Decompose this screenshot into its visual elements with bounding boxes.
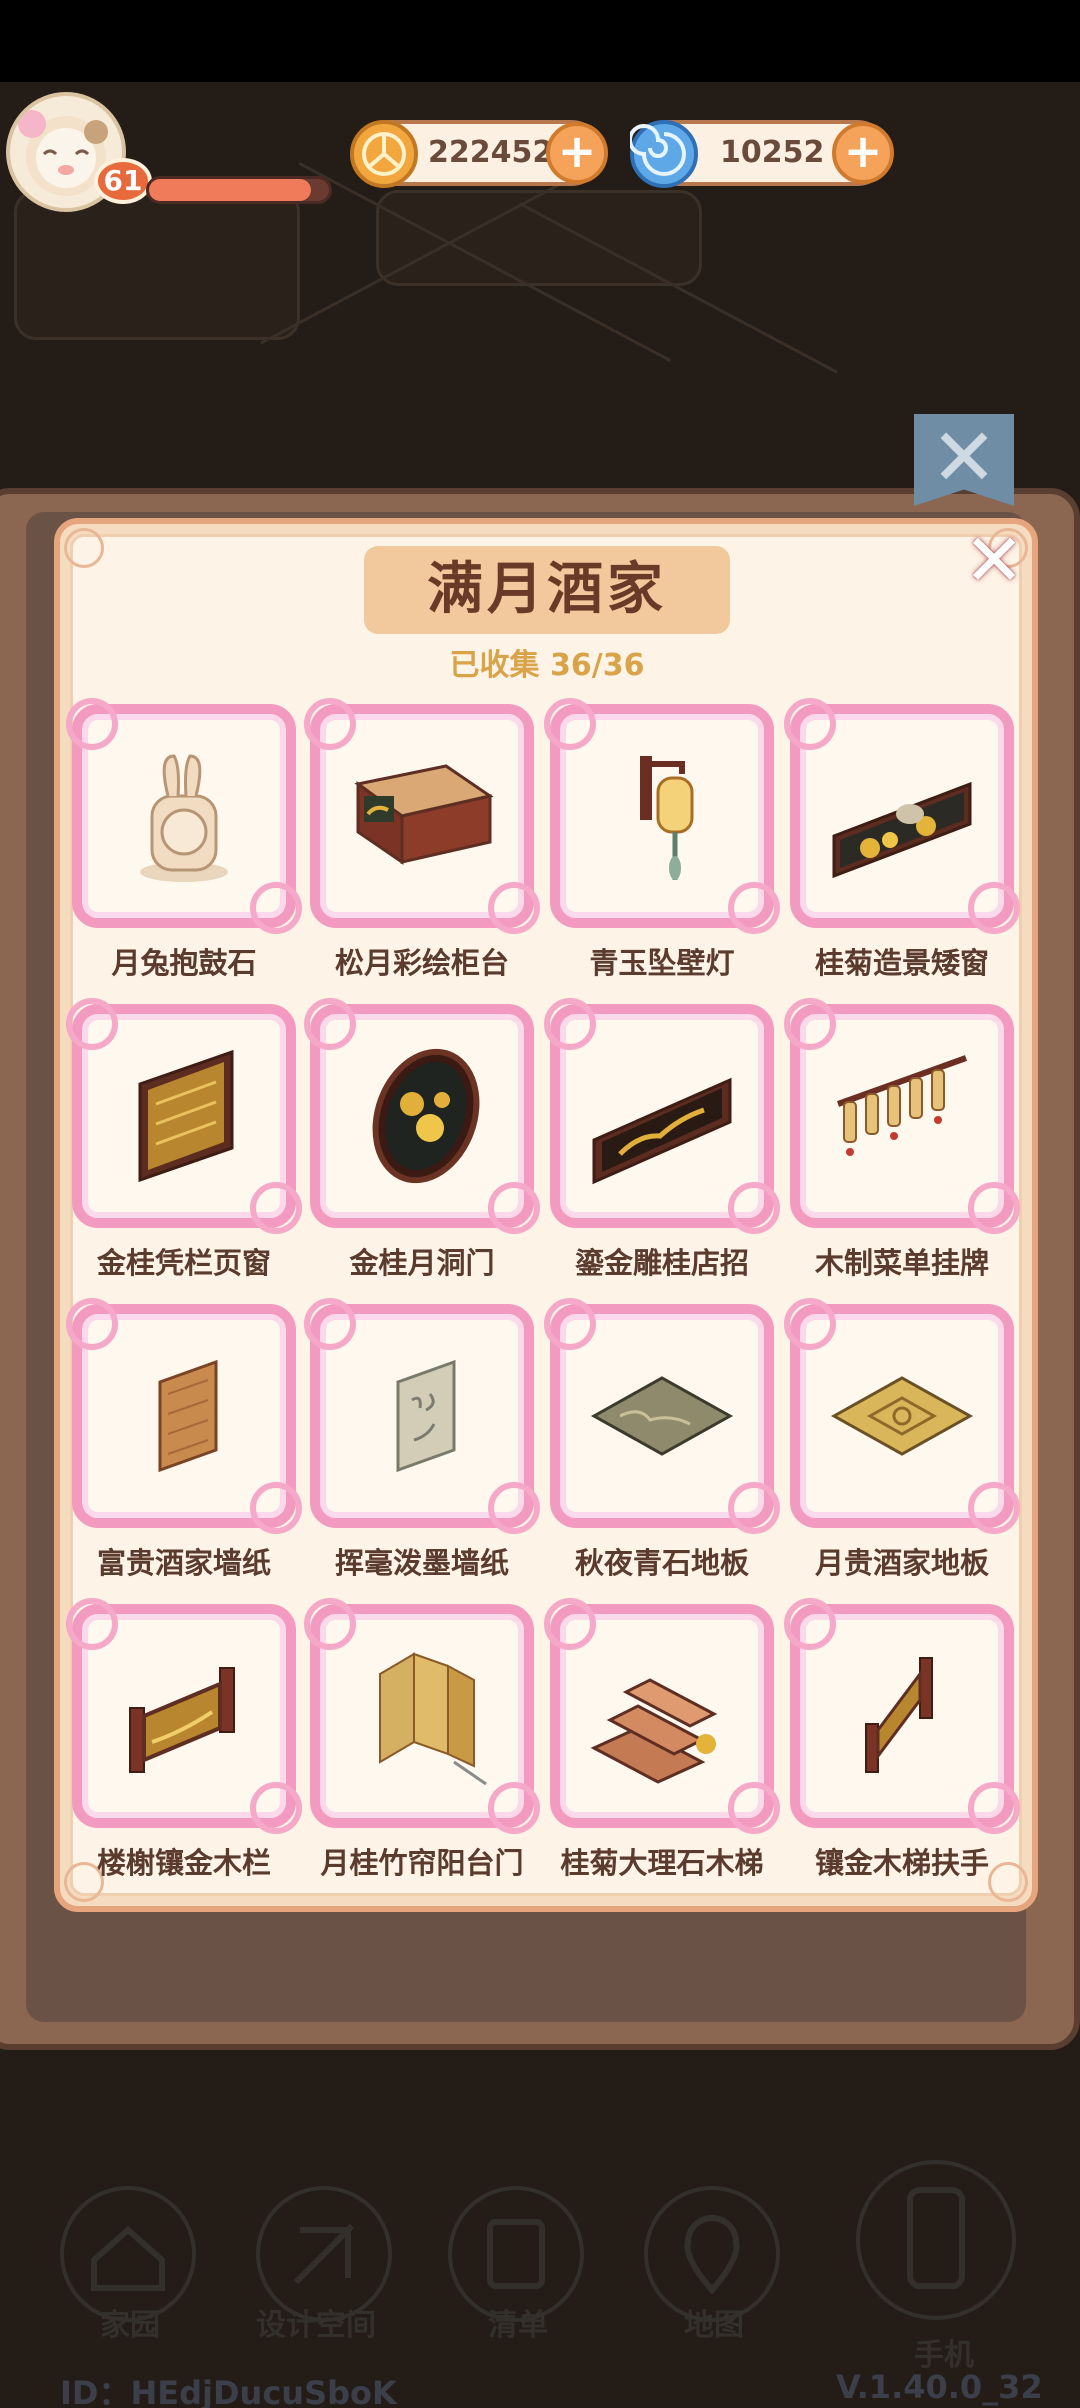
collection-item[interactable]: 桂菊大理石木梯 [544,1598,780,1894]
item-label: 秋夜青石地板 [574,1546,749,1580]
nav-phone-button[interactable] [856,2160,1016,2320]
item-label: 富贵酒家墙纸 [96,1546,271,1580]
wallpaper-ink-icon [396,1359,456,1473]
gilded-railing-icon [129,1667,235,1773]
collection-item[interactable]: 青玉坠壁灯 [544,698,780,994]
collection-item[interactable]: 金桂凭栏页窗 [66,998,302,1294]
collection-item[interactable]: 富贵酒家墙纸 [66,1298,302,1594]
item-label: 月桂竹帘阳台门 [320,1846,524,1880]
gilded-shop-sign-icon [592,1077,732,1185]
collection-item[interactable]: 桂菊造景矮窗 [784,698,1020,994]
corner-ornament [64,528,104,568]
nav-list-label: 清单 [488,2308,548,2343]
gem-counter: 10252 + [628,120,894,188]
item-label: 松月彩绘柜台 [334,946,509,980]
nav-map-label: 地图 [684,2308,744,2343]
collection-item[interactable]: 松月彩绘柜台 [304,698,540,994]
background-panel [376,190,702,286]
nav-home-label: 家园 [100,2308,160,2343]
item-label: 木制菜单挂牌 [814,1246,989,1280]
item-label: 桂菊造景矮窗 [814,946,989,980]
collection-item[interactable]: 鎏金雕桂店招 [544,998,780,1294]
swirl-gem-icon [628,120,698,188]
item-label: 鎏金雕桂店招 [574,1246,749,1280]
experience-bar-fill [149,179,311,201]
rabbit-drum-stone-icon [140,754,228,882]
collection-item[interactable]: 镶金木梯扶手 [784,1598,1020,1894]
bamboo-blind-door-icon [379,1652,487,1786]
experience-bar [146,176,332,204]
pencil-ruler-icon [293,2223,355,2285]
add-gems-button[interactable]: + [832,122,894,184]
player-id: ID：HEdjDucuSboK [60,2374,397,2408]
item-label: 月贵酒家地板 [814,1546,989,1580]
ribbon-close-icon[interactable]: ✕ [914,418,1014,498]
stair-handrail-icon [865,1657,933,1773]
collection-item[interactable]: 月贵酒家地板 [784,1298,1020,1594]
gem-amount: 10252 [720,135,825,170]
stone-floor-icon [590,1376,734,1456]
menu-hanging-boards-icon [836,1055,968,1156]
house-icon [91,2225,165,2291]
close-button[interactable]: ✕ [962,524,1026,596]
collection-item[interactable]: 挥毫泼墨墙纸 [304,1298,540,1594]
collection-item[interactable]: 月桂竹帘阳台门 [304,1598,540,1894]
wallpaper-brown-icon [158,1359,218,1473]
collection-item[interactable]: 月兔抱鼓石 [66,698,302,994]
marble-stairs-icon [590,1678,718,1784]
golden-floor-icon [830,1376,974,1456]
coin-icon [350,120,418,188]
coin-counter: 222452 + [350,120,608,188]
collection-item[interactable]: 楼榭镶金木栏 [66,1598,302,1894]
game-screen: 61 222452 + 10252 + ✕ 满月酒家 已收集 36/36 ✕ 月… [0,0,1080,2408]
jade-wall-lamp-icon [640,756,694,880]
item-label: 镶金木梯扶手 [814,1846,989,1880]
collection-item[interactable]: 金桂月洞门 [304,998,540,1294]
item-label: 楼榭镶金木栏 [96,1846,271,1880]
item-label: 金桂凭栏页窗 [96,1246,271,1280]
item-label: 青玉坠壁灯 [589,946,735,980]
status-bar [0,0,1080,82]
phone-icon [907,2187,965,2289]
painted-counter-icon [354,764,494,865]
moon-gate-icon [372,1048,480,1184]
item-label: 月兔抱鼓石 [111,946,257,980]
item-label: 桂菊大理石木梯 [560,1846,764,1880]
collection-item[interactable]: 秋夜青石地板 [544,1298,780,1594]
background-panel [14,190,300,340]
list-icon [487,2219,545,2289]
osmanthus-window-icon [832,781,972,879]
map-pin-icon [684,2215,740,2295]
collection-item[interactable]: 木制菜单挂牌 [784,998,1020,1294]
collection-title: 满月酒家 [364,546,730,634]
version-text: V.1.40.0_32 [836,2368,1043,2406]
item-label: 挥毫泼墨墙纸 [334,1546,509,1580]
lattice-window-icon [138,1049,234,1183]
add-coins-button[interactable]: + [546,122,608,184]
coin-amount: 222452 [428,135,554,170]
player-level-badge: 61 [94,158,152,204]
nav-design-label: 设计空间 [256,2308,376,2343]
collection-progress-text: 已收集 36/36 [449,648,645,683]
item-label: 金桂月洞门 [349,1246,495,1280]
